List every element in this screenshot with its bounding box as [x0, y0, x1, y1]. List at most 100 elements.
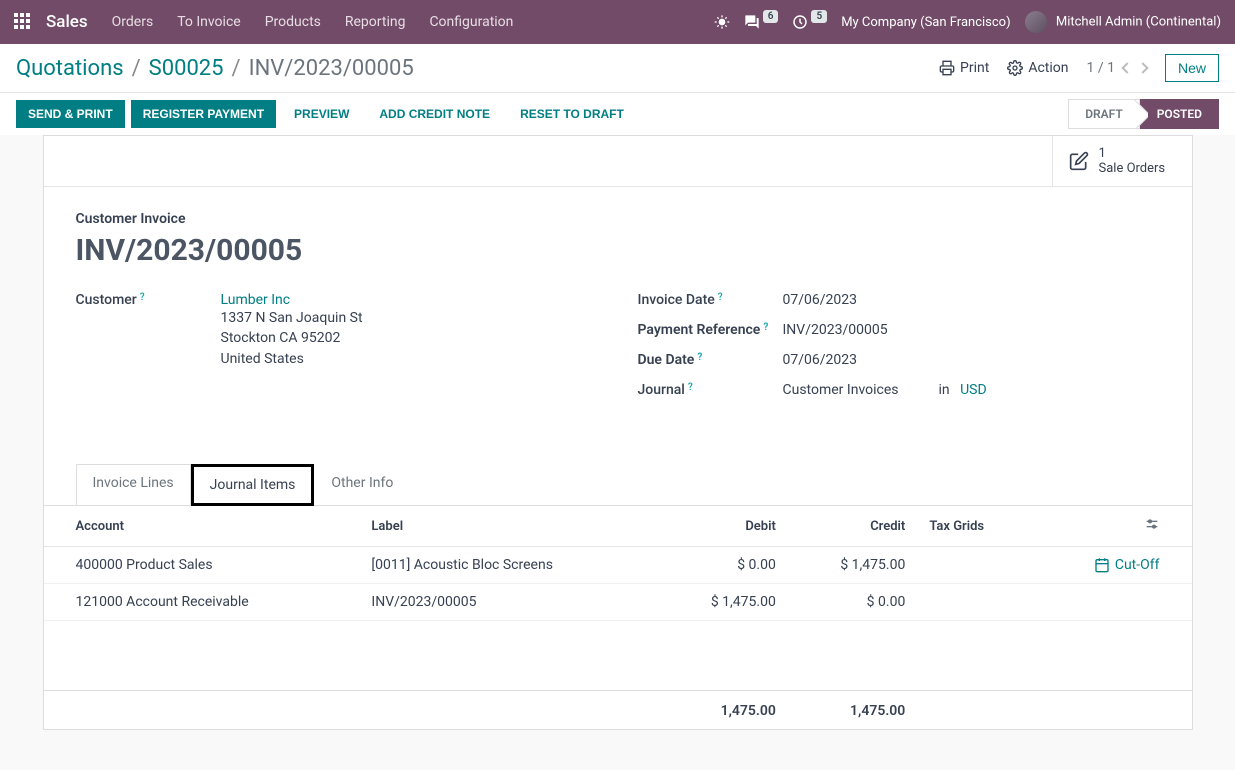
- th-account: Account: [44, 506, 360, 547]
- pager-next-icon[interactable]: [1137, 62, 1148, 73]
- pager-prev-icon[interactable]: [1121, 62, 1132, 73]
- th-label: Label: [359, 506, 658, 547]
- cell-label: INV/2023/00005: [359, 584, 658, 621]
- cell-account: 121000 Account Receivable: [44, 584, 360, 621]
- stat-count: 1: [1099, 146, 1166, 161]
- debug-icon[interactable]: [714, 14, 730, 30]
- action-label: Action: [1028, 60, 1068, 76]
- status-draft[interactable]: DRAFT: [1068, 99, 1140, 129]
- breadcrumb-sep: /: [232, 56, 241, 81]
- doc-title: INV/2023/00005: [76, 233, 1160, 268]
- cell-label: [0011] Acoustic Bloc Screens: [359, 547, 658, 584]
- breadcrumb-current: INV/2023/00005: [249, 56, 414, 81]
- sale-orders-stat-button[interactable]: 1 Sale Orders: [1052, 136, 1192, 186]
- nav-menu-reporting[interactable]: Reporting: [345, 14, 406, 30]
- cell-account: 400000 Product Sales: [44, 547, 360, 584]
- journal-label: Journal: [638, 382, 783, 398]
- user-name: Mitchell Admin (Continental): [1056, 14, 1221, 29]
- cell-credit: $ 0.00: [788, 584, 917, 621]
- tab-journal-items[interactable]: Journal Items: [191, 464, 315, 506]
- nav-menu-orders[interactable]: Orders: [112, 14, 154, 30]
- activities-badge: 5: [811, 10, 827, 23]
- addr-street: 1337 N San Joaquin St: [221, 308, 598, 328]
- journal-value: Customer Invoices in USD: [783, 382, 1160, 398]
- nav-brand[interactable]: Sales: [46, 12, 88, 32]
- table-spacer: [44, 621, 1192, 691]
- action-button[interactable]: Action: [1007, 60, 1068, 76]
- print-button[interactable]: Print: [939, 60, 989, 76]
- stat-text: 1 Sale Orders: [1099, 146, 1166, 176]
- invoice-date-value: 07/06/2023: [783, 292, 1160, 308]
- invoice-date-label: Invoice Date: [638, 292, 783, 308]
- reset-draft-button[interactable]: RESET TO DRAFT: [508, 100, 636, 128]
- customer-label: Customer: [76, 292, 221, 369]
- due-date-label: Due Date: [638, 352, 783, 368]
- cutoff-button[interactable]: Cut-Off: [1044, 557, 1160, 573]
- pager-text: 1 / 1: [1087, 60, 1115, 76]
- cell-credit: $ 1,475.00: [788, 547, 917, 584]
- sheet-wrap: 1 Sale Orders Customer Invoice INV/2023/…: [0, 135, 1235, 770]
- right-fields: Invoice Date 07/06/2023 Payment Referenc…: [638, 292, 1160, 412]
- addr-country: United States: [221, 349, 598, 369]
- cell-debit: $ 0.00: [658, 547, 787, 584]
- cell-tax-grids: [917, 547, 1032, 584]
- payment-ref-label: Payment Reference: [638, 322, 783, 338]
- nav-right: 6 5 My Company (San Francisco) Mitchell …: [714, 11, 1221, 33]
- table-row[interactable]: 400000 Product Sales [0011] Acoustic Blo…: [44, 547, 1192, 584]
- action-bar: SEND & PRINT REGISTER PAYMENT PREVIEW AD…: [0, 93, 1235, 135]
- pager: 1 / 1: [1087, 60, 1147, 76]
- nav-menu-products[interactable]: Products: [265, 14, 321, 30]
- messages-icon[interactable]: 6: [744, 14, 779, 30]
- preview-button[interactable]: PREVIEW: [282, 100, 361, 128]
- button-box: 1 Sale Orders: [44, 136, 1192, 187]
- nav-menu: Orders To Invoice Products Reporting Con…: [112, 14, 714, 30]
- addr-city: Stockton CA 95202: [221, 328, 598, 348]
- action-buttons: SEND & PRINT REGISTER PAYMENT PREVIEW AD…: [16, 100, 1068, 128]
- table-options-icon[interactable]: [1032, 506, 1192, 547]
- status-posted[interactable]: POSTED: [1140, 99, 1219, 129]
- table-header-row: Account Label Debit Credit Tax Grids: [44, 506, 1192, 547]
- customer-link[interactable]: Lumber Inc: [221, 292, 291, 308]
- payment-ref-value: INV/2023/00005: [783, 322, 1160, 338]
- currency-link[interactable]: USD: [960, 382, 987, 398]
- cell-tax-grids: [917, 584, 1032, 621]
- tab-other-info[interactable]: Other Info: [314, 464, 410, 506]
- breadcrumb-root[interactable]: Quotations: [16, 56, 124, 81]
- left-fields: Customer Lumber Inc 1337 N San Joaquin S…: [76, 292, 598, 412]
- customer-value: Lumber Inc 1337 N San Joaquin St Stockto…: [221, 292, 598, 369]
- tabs: Invoice Lines Journal Items Other Info: [44, 464, 1192, 506]
- control-actions: Print Action 1 / 1 New: [939, 54, 1219, 82]
- print-label: Print: [960, 60, 989, 76]
- activities-icon[interactable]: 5: [792, 14, 827, 30]
- nav-menu-configuration[interactable]: Configuration: [429, 14, 513, 30]
- company-selector[interactable]: My Company (San Francisco): [841, 15, 1010, 30]
- journal-in: in: [939, 382, 950, 398]
- table-row[interactable]: 121000 Account Receivable INV/2023/00005…: [44, 584, 1192, 621]
- journal-items-table: Account Label Debit Credit Tax Grids 400…: [44, 506, 1192, 729]
- add-credit-note-button[interactable]: ADD CREDIT NOTE: [367, 100, 502, 128]
- th-credit: Credit: [788, 506, 917, 547]
- apps-icon[interactable]: [14, 13, 32, 31]
- form-sheet: 1 Sale Orders Customer Invoice INV/2023/…: [43, 135, 1193, 730]
- cutoff-label: Cut-Off: [1115, 557, 1160, 573]
- th-debit: Debit: [658, 506, 787, 547]
- breadcrumb: Quotations / S00025 / INV/2023/00005: [16, 56, 939, 81]
- journal-name: Customer Invoices: [783, 382, 899, 398]
- register-payment-button[interactable]: REGISTER PAYMENT: [131, 100, 276, 128]
- control-bar: Quotations / S00025 / INV/2023/00005 Pri…: [0, 44, 1235, 93]
- avatar-icon: [1025, 11, 1047, 33]
- tab-invoice-lines[interactable]: Invoice Lines: [76, 464, 191, 506]
- top-nav: Sales Orders To Invoice Products Reporti…: [0, 0, 1235, 44]
- doc-type-label: Customer Invoice: [76, 211, 1160, 227]
- breadcrumb-parent[interactable]: S00025: [149, 56, 224, 81]
- th-tax-grids: Tax Grids: [917, 506, 1032, 547]
- nav-menu-to-invoice[interactable]: To Invoice: [177, 14, 241, 30]
- new-button[interactable]: New: [1165, 54, 1219, 82]
- messages-badge: 6: [763, 10, 779, 23]
- cell-debit: $ 1,475.00: [658, 584, 787, 621]
- send-print-button[interactable]: SEND & PRINT: [16, 100, 125, 128]
- user-menu[interactable]: Mitchell Admin (Continental): [1025, 11, 1221, 33]
- table-totals-row: 1,475.00 1,475.00: [44, 691, 1192, 730]
- due-date-value: 07/06/2023: [783, 352, 1160, 368]
- total-credit: 1,475.00: [788, 691, 917, 730]
